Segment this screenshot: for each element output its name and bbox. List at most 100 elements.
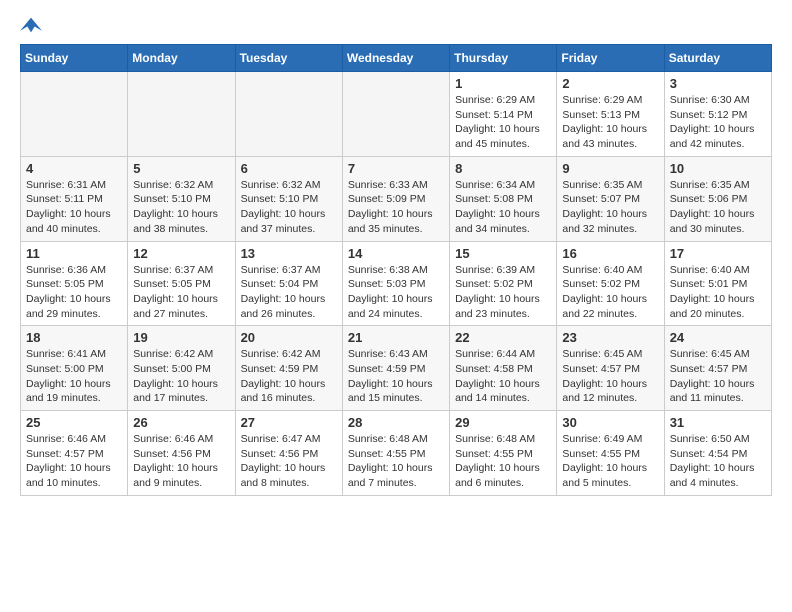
calendar-cell [21,72,128,157]
calendar-cell: 29 Sunrise: 6:48 AMSunset: 4:55 PMDayligh… [450,411,557,496]
weekday-header-sunday: Sunday [21,45,128,72]
day-number: 11 [26,246,122,261]
day-number: 7 [348,161,444,176]
day-info: Sunrise: 6:43 AMSunset: 4:59 PMDaylight:… [348,347,444,406]
day-number: 9 [562,161,658,176]
day-info: Sunrise: 6:48 AMSunset: 4:55 PMDaylight:… [348,432,444,491]
calendar-cell: 16 Sunrise: 6:40 AMSunset: 5:02 PMDayligh… [557,241,664,326]
day-number: 29 [455,415,551,430]
day-info: Sunrise: 6:30 AMSunset: 5:12 PMDaylight:… [670,93,766,152]
calendar-cell: 31Sunrise: 6:50 AMSunset: 4:54 PMDayligh… [664,411,771,496]
logo [20,16,42,34]
day-info: Sunrise: 6:35 AMSunset: 5:07 PMDaylight:… [562,178,658,237]
day-info: Sunrise: 6:41 AMSunset: 5:00 PMDaylight:… [26,347,122,406]
calendar-cell: 19Sunrise: 6:42 AMSunset: 5:00 PMDayligh… [128,326,235,411]
calendar-cell: 23 Sunrise: 6:45 AMSunset: 4:57 PMDayligh… [557,326,664,411]
day-number: 8 [455,161,551,176]
day-info: Sunrise: 6:31 AMSunset: 5:11 PMDaylight:… [26,178,122,237]
day-number: 3 [670,76,766,91]
day-info: Sunrise: 6:33 AMSunset: 5:09 PMDaylight:… [348,178,444,237]
day-info: Sunrise: 6:40 AMSunset: 5:02 PMDaylight:… [562,263,658,322]
weekday-header-friday: Friday [557,45,664,72]
day-number: 2 [562,76,658,91]
calendar-cell: 27 Sunrise: 6:47 AMSunset: 4:56 PMDayligh… [235,411,342,496]
day-info: Sunrise: 6:29 AMSunset: 5:14 PMDaylight:… [455,93,551,152]
day-number: 24 [670,330,766,345]
calendar-cell: 12 Sunrise: 6:37 AMSunset: 5:05 PMDayligh… [128,241,235,326]
calendar-cell: 30Sunrise: 6:49 AMSunset: 4:55 PMDayligh… [557,411,664,496]
calendar-cell [235,72,342,157]
calendar-cell: 25 Sunrise: 6:46 AMSunset: 4:57 PMDayligh… [21,411,128,496]
day-number: 26 [133,415,229,430]
calendar-cell: 22 Sunrise: 6:44 AMSunset: 4:58 PMDayligh… [450,326,557,411]
day-number: 31 [670,415,766,430]
calendar-cell [342,72,449,157]
day-info: Sunrise: 6:48 AMSunset: 4:55 PMDaylight:… [455,432,551,491]
day-number: 16 [562,246,658,261]
day-number: 27 [241,415,337,430]
calendar-cell: 28 Sunrise: 6:48 AMSunset: 4:55 PMDayligh… [342,411,449,496]
day-info: Sunrise: 6:46 AMSunset: 4:56 PMDaylight:… [133,432,229,491]
day-info: Sunrise: 6:47 AMSunset: 4:56 PMDaylight:… [241,432,337,491]
calendar-cell: 5Sunrise: 6:32 AMSunset: 5:10 PMDaylight… [128,156,235,241]
week-row-1: 1 Sunrise: 6:29 AMSunset: 5:14 PMDaylight… [21,72,772,157]
calendar-cell: 1 Sunrise: 6:29 AMSunset: 5:14 PMDaylight… [450,72,557,157]
day-number: 30 [562,415,658,430]
day-number: 4 [26,161,122,176]
day-info: Sunrise: 6:45 AMSunset: 4:57 PMDaylight:… [670,347,766,406]
day-info: Sunrise: 6:46 AMSunset: 4:57 PMDaylight:… [26,432,122,491]
calendar-cell: 15Sunrise: 6:39 AMSunset: 5:02 PMDayligh… [450,241,557,326]
day-number: 28 [348,415,444,430]
calendar-cell: 4 Sunrise: 6:31 AMSunset: 5:11 PMDaylight… [21,156,128,241]
day-info: Sunrise: 6:44 AMSunset: 4:58 PMDaylight:… [455,347,551,406]
week-row-2: 4 Sunrise: 6:31 AMSunset: 5:11 PMDaylight… [21,156,772,241]
day-number: 21 [348,330,444,345]
calendar-cell: 9 Sunrise: 6:35 AMSunset: 5:07 PMDaylight… [557,156,664,241]
weekday-header-thursday: Thursday [450,45,557,72]
day-info: Sunrise: 6:38 AMSunset: 5:03 PMDaylight:… [348,263,444,322]
calendar-cell: 20 Sunrise: 6:42 AMSunset: 4:59 PMDayligh… [235,326,342,411]
day-number: 25 [26,415,122,430]
day-info: Sunrise: 6:32 AMSunset: 5:10 PMDaylight:… [241,178,337,237]
day-info: Sunrise: 6:35 AMSunset: 5:06 PMDaylight:… [670,178,766,237]
week-row-3: 11 Sunrise: 6:36 AMSunset: 5:05 PMDayligh… [21,241,772,326]
day-info: Sunrise: 6:45 AMSunset: 4:57 PMDaylight:… [562,347,658,406]
day-info: Sunrise: 6:32 AMSunset: 5:10 PMDaylight:… [133,178,229,237]
day-number: 19 [133,330,229,345]
day-number: 12 [133,246,229,261]
calendar-cell: 18 Sunrise: 6:41 AMSunset: 5:00 PMDayligh… [21,326,128,411]
day-number: 17 [670,246,766,261]
day-number: 23 [562,330,658,345]
day-info: Sunrise: 6:34 AMSunset: 5:08 PMDaylight:… [455,178,551,237]
calendar-cell: 7 Sunrise: 6:33 AMSunset: 5:09 PMDaylight… [342,156,449,241]
weekday-header-tuesday: Tuesday [235,45,342,72]
calendar-cell: 24 Sunrise: 6:45 AMSunset: 4:57 PMDayligh… [664,326,771,411]
day-number: 22 [455,330,551,345]
weekday-header-monday: Monday [128,45,235,72]
day-number: 6 [241,161,337,176]
day-number: 14 [348,246,444,261]
calendar-cell: 3 Sunrise: 6:30 AMSunset: 5:12 PMDaylight… [664,72,771,157]
calendar-cell: 13 Sunrise: 6:37 AMSunset: 5:04 PMDayligh… [235,241,342,326]
calendar-cell: 8 Sunrise: 6:34 AMSunset: 5:08 PMDaylight… [450,156,557,241]
calendar-cell: 14 Sunrise: 6:38 AMSunset: 5:03 PMDayligh… [342,241,449,326]
day-info: Sunrise: 6:37 AMSunset: 5:05 PMDaylight:… [133,263,229,322]
day-info: Sunrise: 6:36 AMSunset: 5:05 PMDaylight:… [26,263,122,322]
day-number: 10 [670,161,766,176]
week-row-4: 18 Sunrise: 6:41 AMSunset: 5:00 PMDayligh… [21,326,772,411]
calendar-cell: 6 Sunrise: 6:32 AMSunset: 5:10 PMDaylight… [235,156,342,241]
day-number: 20 [241,330,337,345]
calendar-cell: 2Sunrise: 6:29 AMSunset: 5:13 PMDaylight… [557,72,664,157]
day-number: 1 [455,76,551,91]
day-number: 15 [455,246,551,261]
calendar-cell [128,72,235,157]
calendar-table: SundayMondayTuesdayWednesdayThursdayFrid… [20,44,772,496]
weekday-header-saturday: Saturday [664,45,771,72]
day-number: 13 [241,246,337,261]
weekday-header-row: SundayMondayTuesdayWednesdayThursdayFrid… [21,45,772,72]
day-info: Sunrise: 6:37 AMSunset: 5:04 PMDaylight:… [241,263,337,322]
calendar-cell: 10 Sunrise: 6:35 AMSunset: 5:06 PMDayligh… [664,156,771,241]
day-number: 18 [26,330,122,345]
day-info: Sunrise: 6:42 AMSunset: 4:59 PMDaylight:… [241,347,337,406]
calendar-cell: 11 Sunrise: 6:36 AMSunset: 5:05 PMDayligh… [21,241,128,326]
